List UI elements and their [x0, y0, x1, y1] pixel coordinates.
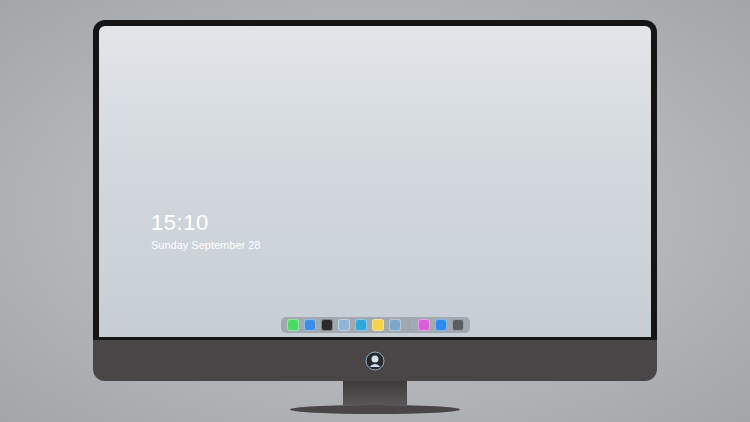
clock-time: 15:10: [151, 210, 651, 236]
monitor: 15:10 Sunday September 28: [93, 20, 657, 414]
dock-app-icon[interactable]: [321, 319, 333, 331]
dock-app-icon[interactable]: [287, 319, 299, 331]
dock-app-icon[interactable]: [418, 319, 430, 331]
dock-app-icon[interactable]: [435, 319, 447, 331]
dock-app-icon[interactable]: [338, 319, 350, 331]
monitor-stand-foot: [290, 405, 460, 414]
dock-separator: [409, 319, 410, 331]
dock-app-icon[interactable]: [389, 319, 401, 331]
clock-block: 15:10 Sunday September 28: [99, 26, 651, 252]
monitor-bezel: 15:10 Sunday September 28: [93, 20, 657, 340]
dock-app-icon[interactable]: [355, 319, 367, 331]
dock-app-icon[interactable]: [372, 319, 384, 331]
logo-icon: [365, 351, 385, 371]
monitor-chin: [93, 340, 657, 381]
dock-app-icon[interactable]: [452, 319, 464, 331]
dock: [281, 317, 470, 333]
monitor-stand-neck: [343, 381, 407, 405]
page: 15:10 Sunday September 28: [0, 0, 750, 422]
lock-screen[interactable]: 15:10 Sunday September 28: [99, 26, 651, 337]
clock-date: Sunday September 28: [151, 238, 651, 252]
dock-app-icon[interactable]: [304, 319, 316, 331]
